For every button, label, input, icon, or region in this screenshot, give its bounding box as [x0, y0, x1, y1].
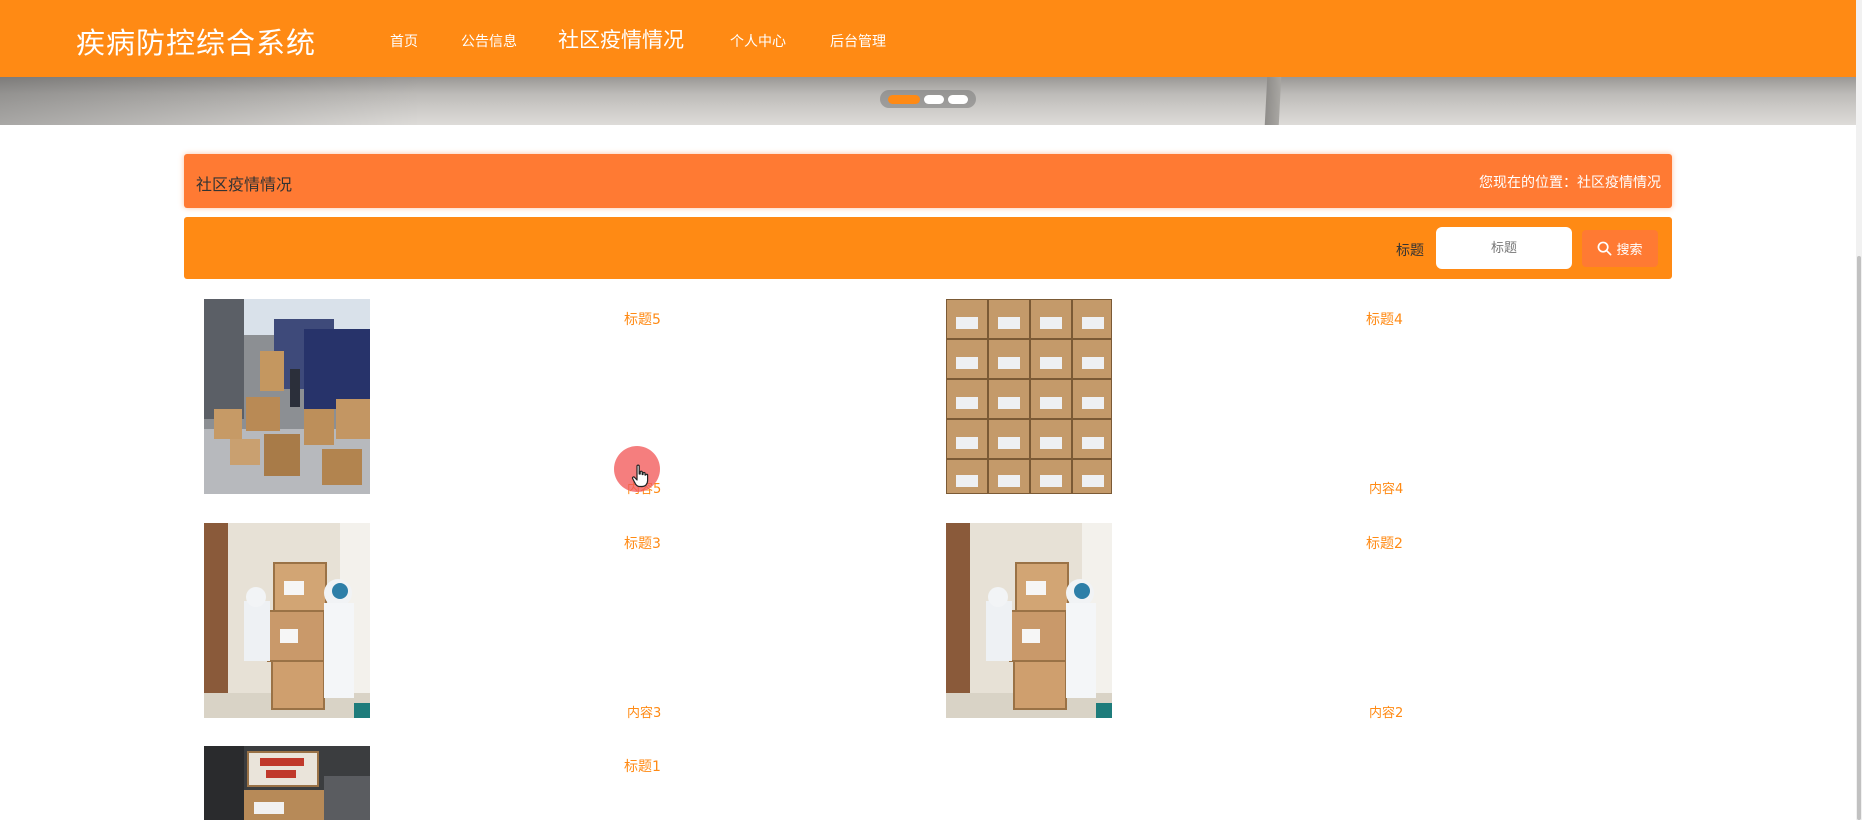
list-item: 标题3 内容3 [204, 523, 944, 721]
nav-item-personal-center[interactable]: 个人中心 [730, 31, 786, 51]
search-icon [1597, 241, 1612, 256]
item-thumbnail[interactable] [204, 299, 370, 494]
item-content: 内容2 [1369, 706, 1404, 721]
item-title[interactable]: 标题2 [1366, 533, 1403, 553]
item-title[interactable]: 标题1 [624, 756, 661, 776]
item-content: 内容3 [627, 706, 662, 721]
list-item: 标题1 [204, 746, 944, 820]
page-title: 社区疫情情况 [196, 175, 293, 194]
banner-carousel [0, 77, 1856, 125]
carousel-dot-1[interactable] [888, 95, 920, 104]
item-thumbnail[interactable] [946, 523, 1112, 718]
list-item: 标题2 内容2 [946, 523, 1686, 721]
site-brand[interactable]: 疾病防控综合系统 [76, 20, 316, 62]
hand-cursor-icon [631, 464, 649, 492]
search-button[interactable]: 搜索 [1582, 230, 1658, 267]
item-thumbnail[interactable] [946, 299, 1112, 494]
section-title-bar: 社区疫情情况 您现在的位置：社区疫情情况 [184, 154, 1672, 208]
search-label: 标题 [1396, 243, 1424, 259]
banner-image-detail [1264, 77, 1282, 125]
item-title[interactable]: 标题5 [624, 309, 661, 329]
item-title[interactable]: 标题3 [624, 533, 661, 553]
carousel-indicators [880, 90, 976, 108]
page: 疾病防控综合系统 首页 公告信息 社区疫情情况 个人中心 后台管理 社区疫情情况… [0, 0, 1862, 820]
item-thumbnail[interactable] [204, 523, 370, 718]
breadcrumb: 您现在的位置：社区疫情情况 [1479, 175, 1661, 191]
carousel-dot-3[interactable] [948, 95, 968, 104]
item-title[interactable]: 标题4 [1366, 309, 1403, 329]
search-bar: 标题 搜索 [184, 217, 1672, 279]
nav-item-community-epidemic[interactable]: 社区疫情情况 [558, 24, 684, 54]
top-navigation-bar: 疾病防控综合系统 首页 公告信息 社区疫情情况 个人中心 后台管理 [0, 0, 1856, 77]
list-item: 标题4 内容4 [946, 299, 1686, 497]
item-content: 内容4 [1369, 482, 1404, 497]
scrollbar-thumb[interactable] [1857, 256, 1861, 820]
carousel-dot-2[interactable] [924, 95, 944, 104]
list-item: 标题5 内容5 [204, 299, 944, 497]
nav-item-admin[interactable]: 后台管理 [830, 31, 886, 51]
search-input[interactable] [1436, 227, 1572, 269]
item-thumbnail[interactable] [204, 746, 370, 820]
nav-item-announcements[interactable]: 公告信息 [461, 31, 517, 51]
nav-item-home[interactable]: 首页 [390, 31, 418, 51]
banner-image [0, 77, 420, 125]
search-button-label: 搜索 [1616, 243, 1643, 258]
